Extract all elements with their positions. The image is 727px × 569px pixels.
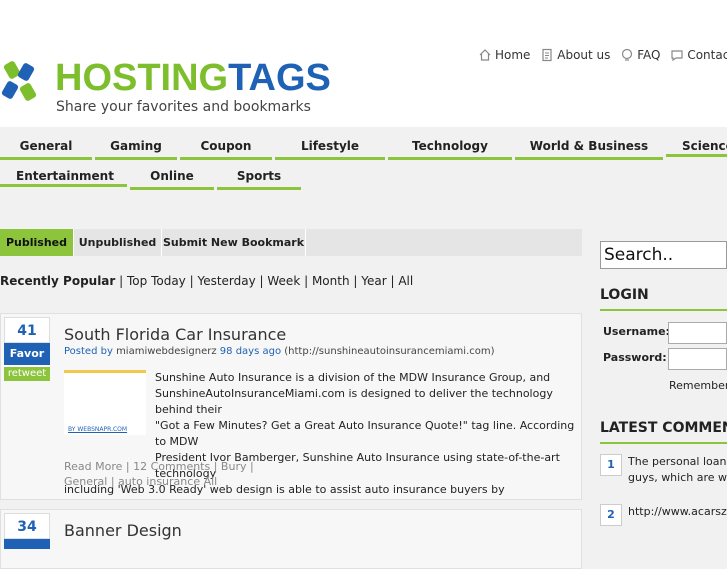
topnav-about[interactable]: About us bbox=[540, 48, 610, 62]
category-coupon[interactable]: Coupon bbox=[180, 138, 272, 160]
filter-all[interactable]: All bbox=[398, 274, 413, 288]
favor-button[interactable]: Favor bbox=[4, 343, 50, 365]
post-tags[interactable]: General | auto insurance All bbox=[64, 474, 217, 490]
category-sports[interactable]: Sports bbox=[217, 168, 301, 190]
site-header: HOSTINGTAGS Share your favorites and boo… bbox=[0, 0, 727, 127]
tab-published[interactable]: Published bbox=[0, 229, 74, 256]
post-url[interactable]: (http://sunshineautoinsurancemiami.com) bbox=[284, 346, 494, 357]
vote-box: 41 Favor retweet bbox=[4, 317, 50, 381]
post-meta: Posted by miamiwebdesignerz 98 days ago … bbox=[64, 346, 495, 357]
site-logo-text[interactable]: HOSTINGTAGS bbox=[55, 58, 331, 98]
comments-divider bbox=[600, 442, 727, 444]
topnav-contact-label: Contact u bbox=[687, 48, 727, 62]
post-author[interactable]: miamiwebdesignerz bbox=[116, 346, 217, 357]
topnav-contact[interactable]: Contact u bbox=[670, 48, 727, 62]
post-actions[interactable]: Read More | 12 Comments | Bury | bbox=[64, 459, 254, 475]
filter-year[interactable]: Year bbox=[361, 274, 386, 288]
post-desc-line: Sunshine Auto Insurance is a division of… bbox=[155, 371, 551, 384]
logo-text-tags: TAGS bbox=[228, 57, 331, 99]
post-title[interactable]: South Florida Car Insurance bbox=[64, 325, 286, 344]
logo-icon[interactable] bbox=[0, 60, 40, 104]
username-label: Username: bbox=[603, 325, 670, 338]
remember-label: Remember: bbox=[669, 379, 727, 392]
comment-text: The personal loans bbox=[628, 455, 727, 468]
category-nav: General Gaming Coupon Lifestyle Technolo… bbox=[0, 127, 727, 205]
category-general[interactable]: General bbox=[0, 138, 92, 160]
filter-top-today[interactable]: Top Today bbox=[127, 274, 186, 288]
bookmark-post: 34 Banner Design bbox=[0, 509, 582, 569]
password-field[interactable] bbox=[668, 348, 727, 370]
contact-icon bbox=[671, 50, 683, 62]
filter-label: Recently Popular bbox=[0, 274, 116, 288]
comment-text: guys, which are willi bbox=[628, 471, 727, 484]
category-lifestyle[interactable]: Lifestyle bbox=[275, 138, 385, 160]
posted-by-label: Posted by bbox=[64, 346, 113, 357]
topnav-about-label: About us bbox=[557, 48, 611, 62]
topnav-faq-label: FAQ bbox=[637, 48, 661, 62]
filter-month[interactable]: Month bbox=[312, 274, 350, 288]
comment-number: 2 bbox=[600, 504, 622, 526]
post-desc-line: SunshineAutoInsuranceMiami.com is design… bbox=[155, 387, 553, 416]
site-tagline: Share your favorites and bookmarks bbox=[56, 99, 311, 115]
favor-button[interactable] bbox=[4, 539, 50, 549]
bookmark-post: 41 Favor retweet South Florida Car Insur… bbox=[0, 313, 582, 500]
login-divider bbox=[600, 309, 727, 311]
category-entertainment[interactable]: Entertainment bbox=[0, 168, 127, 187]
document-icon bbox=[542, 48, 552, 62]
tab-unpublished[interactable]: Unpublished bbox=[74, 229, 162, 256]
post-title[interactable]: Banner Design bbox=[64, 521, 182, 540]
vote-count: 41 bbox=[4, 317, 50, 343]
popularity-filter: Recently Popular | Top Today | Yesterday… bbox=[0, 274, 414, 288]
comment-number: 1 bbox=[600, 454, 622, 476]
category-science[interactable]: Science bbox=[666, 138, 727, 157]
tab-submit-new-bookmark[interactable]: Submit New Bookmark bbox=[162, 229, 306, 256]
username-field[interactable] bbox=[668, 322, 727, 344]
vote-count: 34 bbox=[4, 513, 50, 539]
topnav-faq[interactable]: FAQ bbox=[620, 48, 661, 62]
topnav-home[interactable]: Home bbox=[478, 48, 530, 62]
comment-text: http://www.acarsz.co bbox=[628, 505, 727, 518]
topnav-home-label: Home bbox=[495, 48, 531, 62]
home-icon bbox=[479, 49, 491, 61]
latest-comments-title: LATEST COMMEN bbox=[600, 420, 727, 436]
vote-box: 34 bbox=[4, 513, 50, 549]
search-input[interactable]: Search.. bbox=[600, 241, 727, 269]
category-technology[interactable]: Technology bbox=[388, 138, 512, 160]
filter-yesterday[interactable]: Yesterday bbox=[197, 274, 255, 288]
top-navigation: Home About us FAQ Contact u bbox=[478, 48, 727, 62]
bookmark-tabs: Published Unpublished Submit New Bookmar… bbox=[0, 229, 582, 256]
category-world-business[interactable]: World & Business bbox=[515, 138, 663, 160]
category-online[interactable]: Online bbox=[130, 168, 214, 190]
faq-icon bbox=[622, 48, 633, 61]
password-label: Password: bbox=[603, 351, 667, 364]
login-title: LOGIN bbox=[600, 287, 649, 303]
retweet-button[interactable]: retweet bbox=[4, 367, 50, 381]
filter-week[interactable]: Week bbox=[267, 274, 300, 288]
post-desc-line: "Got a Few Minutes? Get a Great Auto Ins… bbox=[155, 419, 575, 448]
logo-text-hosting: HOSTING bbox=[55, 57, 229, 99]
category-gaming[interactable]: Gaming bbox=[95, 138, 177, 160]
post-age: 98 days ago bbox=[219, 346, 282, 357]
